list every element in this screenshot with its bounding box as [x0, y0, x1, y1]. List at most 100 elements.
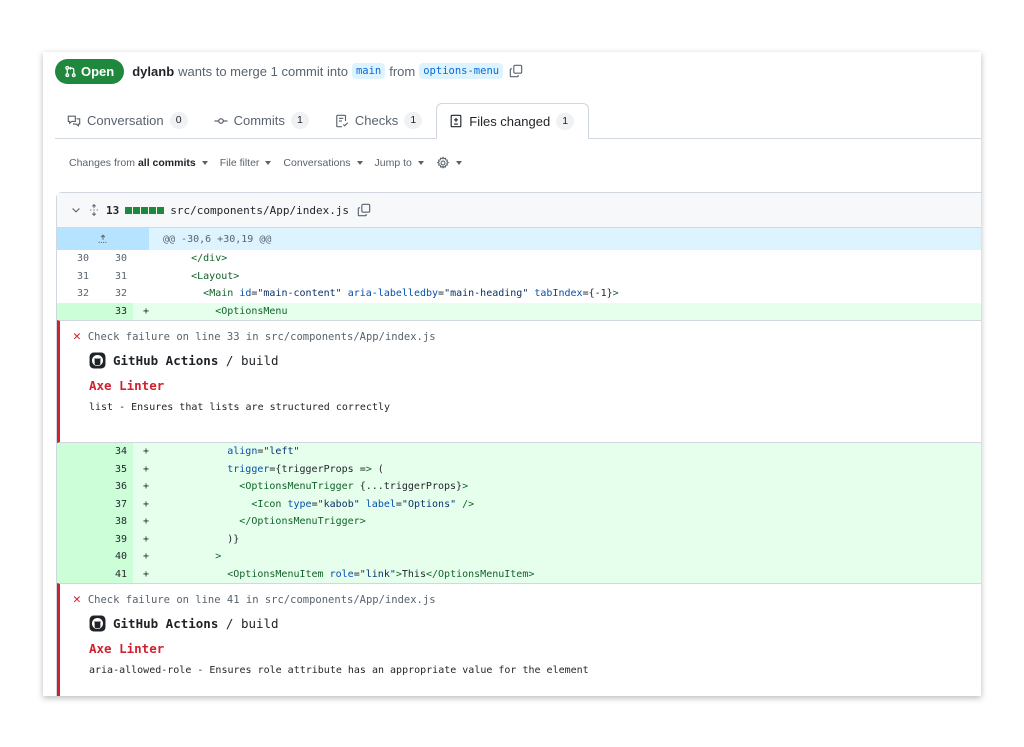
code-text: )}	[155, 533, 240, 545]
pr-author-link[interactable]: dylanb	[132, 64, 174, 79]
jump-to-dropdown[interactable]: Jump to	[375, 157, 424, 169]
code-text: </OptionsMenuTrigger>	[155, 516, 981, 527]
file-filter-dropdown[interactable]: File filter	[220, 157, 272, 169]
copy-icon[interactable]	[357, 203, 371, 217]
code-token: >	[528, 568, 535, 580]
chevron-down-icon	[417, 161, 424, 165]
tab-commits-count: 1	[290, 112, 309, 129]
new-line-number[interactable]: 32	[95, 285, 133, 303]
code-token: "main-content"	[257, 288, 342, 300]
diff-sign: +	[143, 533, 150, 545]
base-branch[interactable]: main	[351, 63, 386, 79]
code-token: id	[239, 288, 252, 300]
old-line-number[interactable]: 30	[57, 250, 95, 268]
code-token: </OptionsMenuItem	[425, 568, 529, 580]
expand-up-button[interactable]	[57, 228, 149, 250]
old-line-number[interactable]	[57, 565, 95, 583]
code-token: role	[329, 568, 354, 580]
changes-from-dropdown[interactable]: Changes from all commits	[69, 157, 208, 169]
code-token: >	[612, 288, 619, 300]
new-line-number[interactable]: 36	[95, 478, 133, 496]
file-diff-icon	[450, 114, 462, 128]
new-line-number[interactable]: 34	[95, 443, 133, 461]
code-token: />	[462, 498, 475, 510]
unfold-icon[interactable]	[88, 204, 100, 216]
code-token: </div	[191, 253, 222, 265]
annotation-source: GitHub Actions / build	[89, 352, 981, 369]
annotation-message: list - Ensures that lists are structured…	[89, 402, 391, 413]
new-line-number[interactable]: 41	[95, 565, 133, 583]
diff-lines-block-1: 30 30 </div> 31 31 <Layout> 32 32 <Main id="m…	[57, 250, 981, 320]
git-pull-request-icon	[65, 65, 76, 77]
code-text: align="left"	[227, 446, 300, 458]
tab-conversation[interactable]: Conversation 0	[55, 103, 202, 138]
tab-files-changed[interactable]: Files changed 1	[436, 103, 590, 139]
tab-commits[interactable]: Commits 1	[202, 103, 323, 138]
code-token: "link"	[359, 568, 396, 580]
diff-sign: +	[143, 568, 150, 580]
head-branch[interactable]: options-menu	[419, 63, 504, 79]
code-token: <Icon	[251, 498, 282, 510]
file-header: 13 src/components/App/index.js	[57, 193, 981, 228]
tab-checks-label: Checks	[354, 113, 399, 128]
code-token: type	[287, 498, 312, 510]
diffstat-block	[141, 206, 149, 214]
annotation-title: ✕ Check failure on line 41 in src/compon…	[73, 593, 981, 606]
new-line-number[interactable]: 38	[95, 513, 133, 531]
code-text: <Icon type="kabob" label="Options" />	[251, 498, 475, 510]
annotation-title-text: Check failure on line 33 in src/componen…	[87, 330, 436, 343]
annotation-check-name: Axe Linter	[89, 641, 165, 656]
old-line-number[interactable]	[57, 548, 95, 566]
new-line-number[interactable]: 39	[95, 530, 133, 548]
code-text: <Layout>	[155, 271, 981, 282]
new-line-number[interactable]: 33	[95, 302, 133, 320]
diff-line: 34 + align="left"	[57, 443, 981, 461]
file-path-link[interactable]: src/components/App/index.js	[170, 204, 349, 217]
changes-from-prefix: Changes from	[69, 157, 135, 169]
diff-line: 31 31 <Layout>	[57, 267, 981, 286]
code-token: >	[359, 516, 366, 528]
new-line-number[interactable]: 40	[95, 548, 133, 566]
pr-summary: dylanb wants to merge 1 commit into main…	[132, 63, 523, 79]
old-line-number[interactable]	[57, 513, 95, 531]
pr-from-text: from	[389, 63, 416, 79]
old-line-number[interactable]: 31	[57, 268, 95, 286]
chevron-down-icon[interactable]	[70, 204, 82, 216]
new-line-number[interactable]: 37	[95, 495, 133, 513]
code-token: >	[233, 270, 240, 282]
check-annotation: ✕ Check failure on line 33 in src/compon…	[57, 320, 981, 443]
pull-request-page: Open dylanb wants to merge 1 commit into…	[43, 52, 981, 696]
chevron-down-icon	[201, 161, 208, 165]
code-token: <OptionsMenuTrigger	[239, 481, 354, 493]
annotation-job: / build	[225, 616, 279, 631]
code-token: >	[395, 568, 402, 580]
conversations-label: Conversations	[283, 157, 351, 169]
tab-conversation-count: 0	[169, 112, 188, 129]
old-line-number[interactable]	[57, 443, 95, 461]
pr-state-label: Open	[81, 63, 115, 79]
diff-settings-dropdown[interactable]	[436, 156, 462, 170]
old-line-number[interactable]	[57, 478, 95, 496]
tab-checks[interactable]: Checks 1	[323, 103, 436, 138]
jump-to-label: Jump to	[374, 157, 412, 169]
new-line-number[interactable]: 30	[95, 250, 133, 268]
old-line-number[interactable]: 32	[57, 285, 95, 303]
diff-line: 39 + )}	[57, 530, 981, 548]
new-line-number[interactable]: 31	[95, 268, 133, 286]
old-line-number[interactable]	[57, 495, 95, 513]
x-icon: ✕	[73, 329, 81, 344]
old-line-number[interactable]	[57, 530, 95, 548]
comment-discussion-icon	[67, 115, 81, 127]
conversations-dropdown[interactable]: Conversations	[283, 157, 363, 169]
code-text: trigger={triggerProps => (	[227, 463, 384, 475]
copy-icon[interactable]	[509, 64, 523, 78]
code-text: <OptionsMenuTrigger {...triggerProps}>	[239, 481, 469, 493]
checklist-icon	[336, 114, 348, 127]
old-line-number[interactable]	[57, 460, 95, 478]
new-line-number[interactable]: 35	[95, 460, 133, 478]
github-logo-icon	[89, 615, 106, 632]
annotation-title: ✕ Check failure on line 33 in src/compon…	[73, 330, 981, 343]
code-text: <OptionsMenuItem role="link">This</Optio…	[227, 568, 535, 580]
old-line-number[interactable]	[57, 302, 95, 320]
code-token: >	[365, 463, 372, 475]
